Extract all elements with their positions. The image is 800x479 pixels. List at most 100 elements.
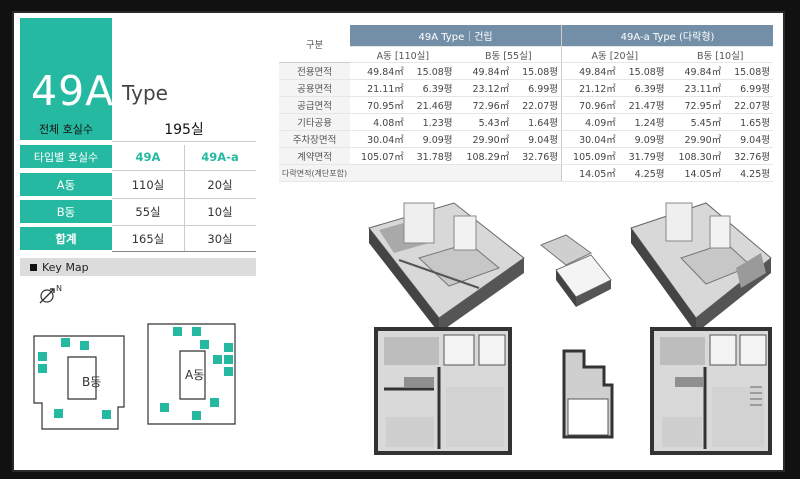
table-cell <box>406 164 456 182</box>
table-cell: 9.09평 <box>618 130 668 148</box>
table-cell: 4.25평 <box>724 164 773 182</box>
table-cell: 22.07평 <box>724 96 773 114</box>
table-row: 주차장면적 30.04㎡ 9.09평 29.90㎡ 9.04평 30.04㎡ 9… <box>279 130 773 148</box>
plan-49a-a-2d <box>650 327 772 455</box>
table-cell: 70.95㎡ <box>350 96 407 114</box>
table-cell: 108.29㎡ <box>455 147 513 165</box>
summary-cell: 55실 <box>135 204 161 219</box>
table-cell: 49.84㎡ <box>455 62 513 80</box>
table-cell: 72.95㎡ <box>667 96 725 114</box>
table-cell: 15.08평 <box>618 62 668 80</box>
type-number: 49A <box>31 67 115 115</box>
table-cell: 49.84㎡ <box>350 62 407 80</box>
group-49a-a-header: 49A-a Type (다락형) <box>561 25 773 47</box>
table-cell: 14.05㎡ <box>667 164 725 182</box>
summary-cell: 110실 <box>131 177 165 192</box>
table-cell: 1.24평 <box>618 113 668 131</box>
type-49a-a-label: 49A-a <box>201 149 239 164</box>
table-cell: 32.76평 <box>724 147 773 165</box>
table-cell: 15.08평 <box>406 62 456 80</box>
render-49a-3d <box>368 202 525 333</box>
keymap-header: Key Map <box>20 258 256 276</box>
units-by-type-label: 타입별 호실수 <box>20 145 112 168</box>
table-cell: 108.30㎡ <box>667 147 725 165</box>
table-cell: 9.09평 <box>406 130 456 148</box>
table-row: 전용면적 49.84㎡ 15.08평 49.84㎡ 15.08평 49.84㎡ … <box>279 62 773 80</box>
summary-cell: 10실 <box>207 204 233 219</box>
table-cell: 21.47평 <box>618 96 668 114</box>
row-label: 기타공용 <box>279 113 351 131</box>
total-units-value: 195실 <box>164 121 204 138</box>
table-cell: 9.04평 <box>724 130 773 148</box>
table-cell: 1.64평 <box>512 113 562 131</box>
group-49a-header: 49A Type｜건립 <box>350 25 562 47</box>
area-table-caption: 구분 <box>279 25 351 63</box>
table-cell: 1.23평 <box>406 113 456 131</box>
table-cell: 4.09㎡ <box>561 113 619 131</box>
table-cell: 1.65평 <box>724 113 773 131</box>
row-label: 전용면적 <box>279 62 351 80</box>
sub-header: B동 [10실] <box>667 46 773 63</box>
table-cell: 9.04평 <box>512 130 562 148</box>
table-cell <box>350 164 407 182</box>
table-cell: 22.07평 <box>512 96 562 114</box>
table-cell: 49.84㎡ <box>561 62 619 80</box>
area-table: 구분 49A Type｜건립 49A-a Type (다락형) A동 [110실… <box>279 25 773 182</box>
building-b-label: B동 <box>82 375 101 389</box>
summary-row-label: B동 <box>20 200 112 223</box>
table-cell: 105.09㎡ <box>561 147 619 165</box>
sub-header: A동 [110실] <box>350 46 456 63</box>
table-cell: 21.11㎡ <box>350 79 407 97</box>
row-label: 다락면적(계단포함) <box>279 164 351 182</box>
summary-row-total: 합계 165실 30실 <box>20 227 256 250</box>
keymap-diagram: N B동 A동 <box>33 284 236 430</box>
table-cell: 21.12㎡ <box>561 79 619 97</box>
total-units-label: 전체 호실수 <box>20 117 112 140</box>
table-cell: 105.07㎡ <box>350 147 407 165</box>
table-cell: 23.12㎡ <box>455 79 513 97</box>
row-label: 공용면적 <box>279 79 351 97</box>
table-row: 다락면적(계단포함) 14.05㎡ 4.25평 14.05㎡ 4.25평 <box>279 164 773 182</box>
table-cell: 5.45㎡ <box>667 113 725 131</box>
table-row: 기타공용 4.08㎡ 1.23평 5.43㎡ 1.64평 4.09㎡ 1.24평… <box>279 113 773 131</box>
sub-header: A동 [20실] <box>561 46 668 63</box>
keymap-title: Key Map <box>42 260 89 274</box>
table-cell: 29.90㎡ <box>667 130 725 148</box>
table-row: 계약면적 105.07㎡ 31.78평 108.29㎡ 32.76평 105.0… <box>279 147 773 165</box>
table-row: 공급면적 70.95㎡ 21.46평 72.96㎡ 22.07평 70.96㎡ … <box>279 96 773 114</box>
table-cell: 72.96㎡ <box>455 96 513 114</box>
table-cell: 31.79평 <box>618 147 668 165</box>
table-cell: 14.05㎡ <box>561 164 619 182</box>
north-label: N <box>56 284 62 293</box>
table-cell: 6.39평 <box>406 79 456 97</box>
divider <box>184 145 185 251</box>
table-cell: 4.25평 <box>618 164 668 182</box>
sub-header: B동 [55실] <box>455 46 562 63</box>
table-cell: 6.99평 <box>724 79 773 97</box>
table-cell: 29.90㎡ <box>455 130 513 148</box>
compass-icon <box>39 288 55 304</box>
summary-cell: 165실 <box>131 231 165 246</box>
table-cell: 15.08평 <box>512 62 562 80</box>
row-label: 공급면적 <box>279 96 351 114</box>
summary-cell: 20실 <box>207 177 233 192</box>
building-a-label: A동 <box>185 368 204 382</box>
table-cell: 4.08㎡ <box>350 113 407 131</box>
type-word: Type <box>122 81 168 105</box>
plan-loft-2d <box>562 349 614 439</box>
summary-row-b-dong: B동 55실 10실 <box>20 200 256 223</box>
plan-49a-2d <box>374 327 512 455</box>
table-cell <box>512 164 562 182</box>
table-cell: 5.43㎡ <box>455 113 513 131</box>
divider <box>112 141 256 142</box>
render-49a-a-3d <box>630 202 772 333</box>
total-units-row: 전체 호실수 195실 <box>20 117 256 140</box>
table-cell: 6.99평 <box>512 79 562 97</box>
floor-plan-sheet: 49A Type 전체 호실수 195실 타입별 호실수 49A 49A-a A… <box>12 11 785 472</box>
table-cell <box>455 164 513 182</box>
summary-cell: 30실 <box>207 231 233 246</box>
type-49a-label: 49A <box>135 149 161 164</box>
square-icon <box>30 263 37 271</box>
summary-row-a-dong: A동 110실 20실 <box>20 173 256 196</box>
summary-row-label: A동 <box>20 173 112 196</box>
